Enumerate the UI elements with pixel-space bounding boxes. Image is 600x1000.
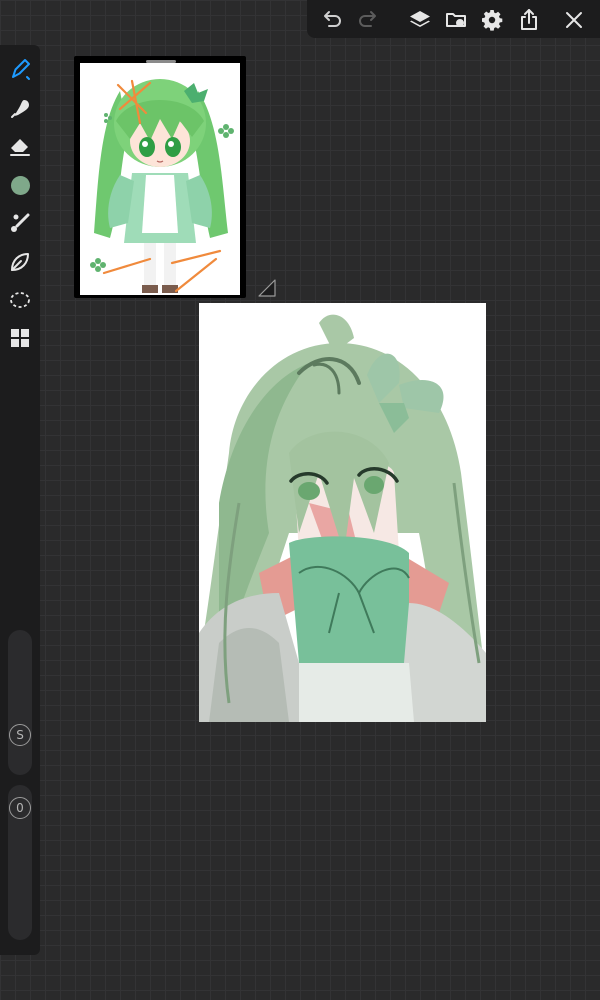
drawing-canvas[interactable] <box>199 303 486 722</box>
settings-icon[interactable] <box>479 7 505 33</box>
color-swatch[interactable] <box>11 176 30 195</box>
redo-icon[interactable] <box>356 7 382 33</box>
brush-studio-icon[interactable] <box>7 210 33 236</box>
undo-icon[interactable] <box>318 7 344 33</box>
liquify-icon[interactable] <box>7 249 33 275</box>
brush-opacity-label: 0 <box>9 797 31 819</box>
brush-size-label: S <box>9 724 31 746</box>
reference-resize-handle[interactable] <box>257 278 277 298</box>
top-toolbar <box>307 0 600 38</box>
share-icon[interactable] <box>516 7 542 33</box>
eraser-icon[interactable] <box>7 135 33 161</box>
smudge-icon[interactable] <box>7 96 33 122</box>
layers-icon[interactable] <box>407 7 433 33</box>
close-icon[interactable] <box>561 7 587 33</box>
left-sidebar: S 0 <box>0 45 40 955</box>
brush-size-slider[interactable] <box>8 630 32 775</box>
brush-icon[interactable] <box>7 57 33 83</box>
reference-image <box>80 63 240 295</box>
reference-window[interactable] <box>74 56 246 298</box>
gallery-icon[interactable] <box>443 7 469 33</box>
selection-icon[interactable] <box>7 287 33 313</box>
quick-menu-icon[interactable] <box>7 325 33 351</box>
